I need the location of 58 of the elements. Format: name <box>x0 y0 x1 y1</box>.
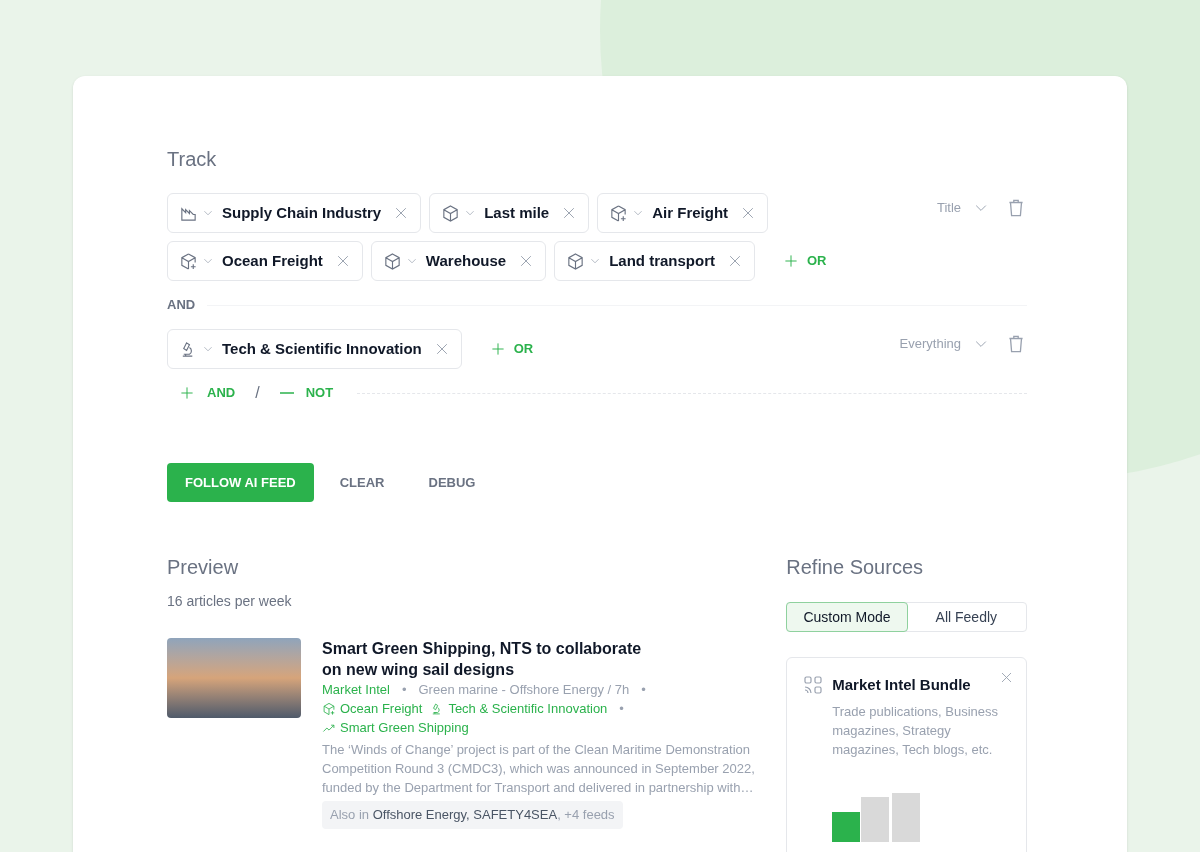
chip-label: Ocean Freight <box>222 250 323 271</box>
plus-icon <box>783 253 799 269</box>
add-and-button[interactable]: AND <box>167 383 248 403</box>
topic-link[interactable]: Tech & Scientific Innovation <box>430 699 608 718</box>
section-title: Refine Sources <box>786 555 925 580</box>
follow-button[interactable]: FOLLOW AI FEED <box>167 463 314 502</box>
bullet-separator: • <box>401 681 407 699</box>
text-button[interactable]: CLEAR <box>321 463 403 502</box>
trend-link[interactable]: Smart Green Shipping <box>322 718 469 737</box>
filter-chip[interactable]: Supply Chain Industry <box>167 193 422 233</box>
filter-chip[interactable]: Air Freight <box>597 193 769 233</box>
cube-icon <box>566 251 586 271</box>
cube-icon <box>382 251 402 271</box>
add-or-button[interactable]: OR <box>771 241 839 281</box>
bullet-separator: • <box>641 681 646 699</box>
plus-icon <box>489 341 506 357</box>
chip-label: Supply Chain Industry <box>222 202 382 223</box>
source-link[interactable]: Market Intel <box>322 680 390 699</box>
add-or-button[interactable]: OR <box>477 329 546 369</box>
section-title: Preview <box>167 555 240 580</box>
filter-chip[interactable]: Warehouse <box>370 241 547 281</box>
cube-icon <box>441 203 461 223</box>
section-title: Track <box>167 147 218 172</box>
article-title[interactable]: Smart Green Shipping, NTS to collaborate on new wing sail designs <box>322 638 652 680</box>
close-button[interactable] <box>999 670 1014 685</box>
bundle-description: Trade publications, Business magazines, Strategy magazines, Tech blogs, etc. <box>831 702 999 759</box>
filter-chip[interactable]: Land transport <box>554 241 755 281</box>
scope-dropdown[interactable]: Everything <box>899 334 989 354</box>
text-button[interactable]: DEBUG <box>410 463 494 502</box>
filter-chip[interactable]: Tech & Scientific Innovation <box>167 329 462 369</box>
close-icon <box>999 670 1014 685</box>
plus-icon <box>179 385 195 401</box>
operator-label: AND <box>167 296 196 315</box>
close-icon <box>727 253 743 269</box>
chip-label: Air Freight <box>652 202 729 223</box>
bundle-icon <box>803 675 824 696</box>
article-count: 16 articles per week <box>167 592 293 611</box>
chip-label: Last mile <box>484 202 550 223</box>
chip-label: Tech & Scientific Innovation <box>222 338 422 359</box>
topic-link[interactable]: Ocean Freight <box>322 699 423 718</box>
also-in-note: Also in Offshore Energy, SAFETY4SEA, +4 feeds <box>322 801 623 829</box>
chip-label: Land transport <box>609 250 715 271</box>
bundle-title: Market Intel Bundle <box>832 675 971 695</box>
filter-chip[interactable]: Ocean Freight <box>167 241 363 281</box>
scope-dropdown[interactable]: Title <box>936 198 989 218</box>
article-meta: Green marine - Offshore Energy / 7h <box>418 681 630 699</box>
bullet-separator: • <box>619 700 624 718</box>
article-summary: The ‘Winds of Change’ project is part of the Clean Maritime Demonstration Competition Round 3 (CMDC3), which was announced in September 2022, funded by the Department for Transport and delivered in partnership with… <box>322 741 756 797</box>
minus-icon <box>279 392 294 394</box>
cube-sparkle-icon <box>609 203 629 223</box>
cube-sparkle-icon <box>322 701 336 716</box>
filter-chip[interactable]: Last mile <box>429 193 590 233</box>
mode-tab[interactable]: Custom Mode <box>786 602 908 632</box>
chip-label: Warehouse <box>425 250 507 271</box>
separator-text: / <box>255 383 260 403</box>
cube-sparkle-icon <box>179 251 198 271</box>
mode-tab[interactable]: All Feedly <box>906 603 1026 631</box>
add-not-button[interactable]: NOT <box>267 383 346 403</box>
